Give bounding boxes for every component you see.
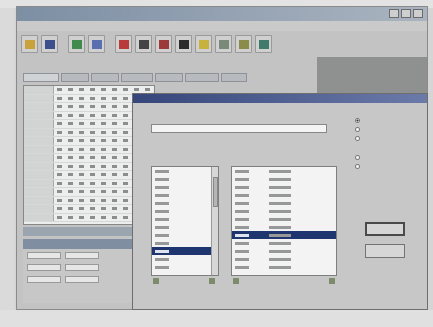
list-move-up-icon[interactable] bbox=[153, 278, 159, 284]
menu-bar bbox=[17, 21, 427, 31]
radio-option-2[interactable] bbox=[355, 125, 417, 134]
available-items-list[interactable] bbox=[151, 166, 219, 276]
list-item[interactable] bbox=[232, 223, 336, 231]
tab-1[interactable] bbox=[23, 73, 59, 82]
radio-dot[interactable] bbox=[355, 155, 360, 160]
list-move-down-icon[interactable] bbox=[329, 278, 335, 284]
tool-icon[interactable] bbox=[115, 35, 132, 53]
tab-3[interactable] bbox=[91, 73, 119, 82]
list-item[interactable] bbox=[152, 199, 218, 207]
list-item[interactable] bbox=[232, 183, 336, 191]
properties-panel-title bbox=[23, 239, 143, 249]
list-item[interactable] bbox=[232, 215, 336, 223]
tab-4[interactable] bbox=[121, 73, 153, 82]
list-item-selected[interactable] bbox=[232, 231, 336, 239]
help-icon[interactable] bbox=[255, 35, 272, 53]
sort-icon[interactable] bbox=[215, 35, 232, 53]
search-input[interactable] bbox=[151, 124, 327, 133]
property-row bbox=[23, 273, 143, 285]
tab-6[interactable] bbox=[185, 73, 219, 82]
print-icon[interactable] bbox=[135, 35, 152, 53]
maximize-button[interactable] bbox=[401, 9, 411, 18]
list-item[interactable] bbox=[152, 239, 218, 247]
radio-dot[interactable] bbox=[355, 164, 360, 169]
list-item[interactable] bbox=[232, 255, 336, 263]
list-item[interactable] bbox=[232, 199, 336, 207]
property-value[interactable] bbox=[27, 263, 61, 271]
list-item[interactable] bbox=[232, 191, 336, 199]
property-value[interactable] bbox=[65, 275, 99, 283]
scrollbar[interactable] bbox=[211, 167, 218, 275]
radio-dot[interactable] bbox=[355, 127, 360, 132]
radio-option-1[interactable] bbox=[355, 116, 417, 125]
list-item[interactable] bbox=[152, 263, 218, 271]
list-item[interactable] bbox=[152, 223, 218, 231]
radio-option-4[interactable] bbox=[355, 153, 417, 162]
list-item[interactable] bbox=[232, 239, 336, 247]
radio-dot[interactable] bbox=[355, 118, 360, 123]
list-item[interactable] bbox=[152, 167, 218, 175]
list-item-selected[interactable] bbox=[152, 247, 218, 255]
tab-5[interactable] bbox=[155, 73, 183, 82]
property-row bbox=[23, 261, 143, 273]
list-item[interactable] bbox=[152, 215, 218, 223]
selected-items-list[interactable] bbox=[231, 166, 337, 276]
property-value[interactable] bbox=[27, 251, 61, 259]
photo-margin-left bbox=[0, 0, 14, 327]
list-item[interactable] bbox=[232, 167, 336, 175]
list-item[interactable] bbox=[152, 183, 218, 191]
property-value[interactable] bbox=[65, 263, 99, 271]
property-row bbox=[23, 249, 143, 261]
close-button[interactable] bbox=[413, 9, 423, 18]
tab-2[interactable] bbox=[61, 73, 89, 82]
tab-strip bbox=[23, 73, 273, 83]
photo-margin-bottom bbox=[0, 310, 433, 327]
window-controls bbox=[389, 9, 423, 18]
save-disk-icon[interactable] bbox=[41, 35, 58, 53]
property-value[interactable] bbox=[65, 251, 99, 259]
scrollbar-thumb[interactable] bbox=[213, 177, 218, 207]
calc-icon[interactable] bbox=[235, 35, 252, 53]
list-item[interactable] bbox=[152, 191, 218, 199]
options-radio-group bbox=[355, 116, 417, 171]
property-value[interactable] bbox=[27, 275, 61, 283]
chart-icon[interactable] bbox=[68, 35, 85, 53]
radio-option-5[interactable] bbox=[355, 162, 417, 171]
list-move-up-icon[interactable] bbox=[233, 278, 239, 284]
radio-dot[interactable] bbox=[355, 136, 360, 141]
cancel-button[interactable] bbox=[365, 244, 405, 258]
list-item[interactable] bbox=[152, 207, 218, 215]
ok-button[interactable] bbox=[365, 222, 405, 236]
list-item[interactable] bbox=[232, 175, 336, 183]
edit-icon[interactable] bbox=[88, 35, 105, 53]
list-item[interactable] bbox=[232, 263, 336, 271]
window-title-bar bbox=[17, 7, 427, 21]
list-item[interactable] bbox=[232, 207, 336, 215]
list-item[interactable] bbox=[152, 231, 218, 239]
link-icon[interactable] bbox=[175, 35, 192, 53]
properties-panel bbox=[23, 239, 143, 303]
radio-option-3[interactable] bbox=[355, 134, 417, 143]
list-item[interactable] bbox=[152, 255, 218, 263]
selection-dialog bbox=[132, 93, 428, 310]
list-item[interactable] bbox=[232, 247, 336, 255]
open-folder-icon[interactable] bbox=[21, 35, 38, 53]
list-item[interactable] bbox=[152, 175, 218, 183]
toolbar bbox=[21, 33, 291, 55]
table-icon[interactable] bbox=[155, 35, 172, 53]
minimize-button[interactable] bbox=[389, 9, 399, 18]
list-move-down-icon[interactable] bbox=[209, 278, 215, 284]
dialog-title-bar bbox=[133, 94, 427, 103]
tab-7[interactable] bbox=[221, 73, 247, 82]
filter-icon[interactable] bbox=[195, 35, 212, 53]
